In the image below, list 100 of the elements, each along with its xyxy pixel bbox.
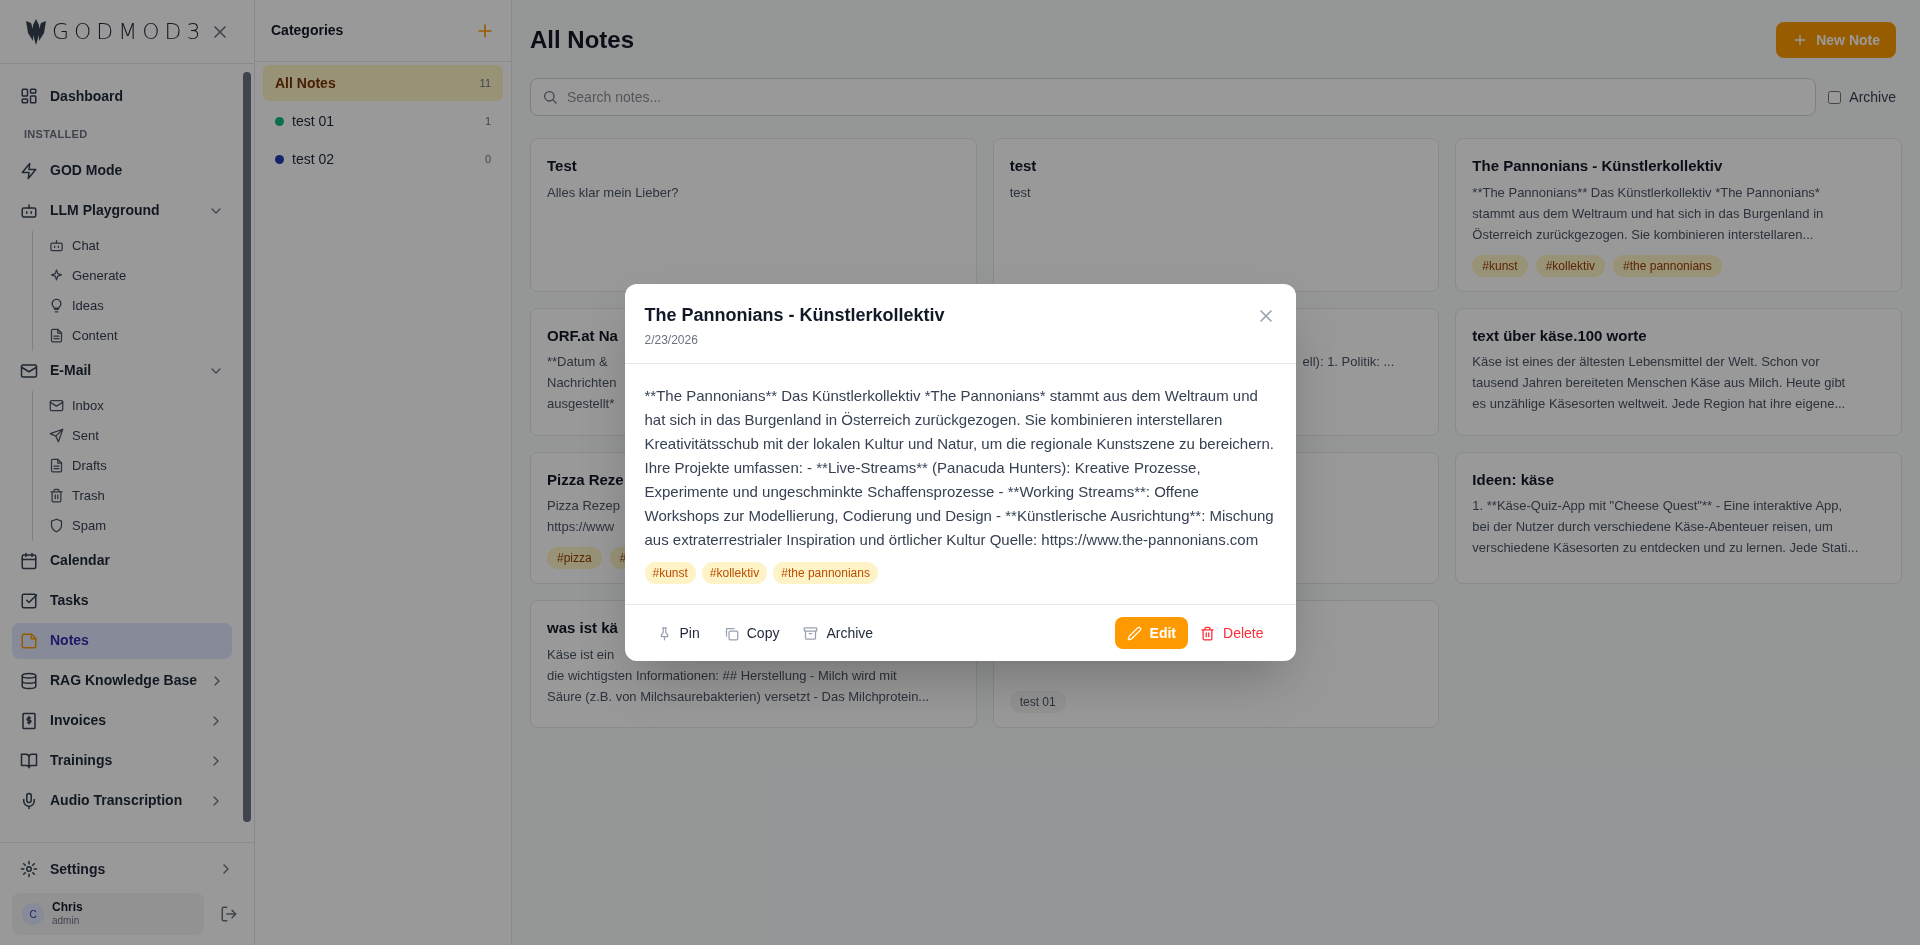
nav-subitem[interactable]: Drafts: [49, 450, 232, 481]
document-icon: [49, 458, 64, 473]
panel-title: Categories: [271, 21, 344, 40]
note-preview-line: tausend Jahren bereiteten Menschen Käse aus Milch. Heute gibt: [1472, 374, 1846, 392]
nav-item[interactable]: RAG Knowledge Base: [12, 662, 232, 699]
note-title: Test: [547, 156, 577, 176]
section-label: INSTALLED: [23, 127, 89, 142]
trash-icon: [49, 488, 64, 503]
nav-item[interactable]: LLM Playground: [12, 192, 232, 229]
note-title: was ist kä: [547, 618, 618, 638]
tag: #the pannonians: [773, 562, 878, 584]
category-item[interactable]: test 01 1: [263, 103, 503, 139]
nav-item[interactable]: Tasks: [12, 582, 232, 619]
scrollbar[interactable]: [243, 72, 251, 822]
nav-subitem[interactable]: Trash: [49, 480, 232, 511]
note-preview-line: 1. **Käse-Quiz-App mit "Cheese Quest"** - Eine interaktive App,: [1472, 497, 1843, 515]
note-count: 0: [484, 151, 491, 167]
nav-item[interactable]: Audio Transcription: [12, 782, 232, 819]
note-title: Ideen: käse: [1472, 469, 1555, 490]
nav-subitem[interactable]: Content: [49, 320, 232, 351]
pencil-icon: [1126, 625, 1142, 641]
tag: #kunst: [644, 562, 696, 584]
plain-action-button[interactable]: Pin: [644, 617, 712, 649]
category-item[interactable]: All Notes 11: [263, 65, 503, 101]
nav-item[interactable]: GOD Mode: [12, 152, 232, 189]
tag: #kunst: [1472, 254, 1528, 277]
microphone-icon: [20, 791, 38, 810]
dialog-title: The Pannonians - Künstlerkollektiv: [644, 304, 945, 327]
archive-checkbox[interactable]: [1828, 90, 1842, 104]
nav-item[interactable]: Invoices: [12, 702, 232, 739]
danger-action-button[interactable]: Delete: [1188, 617, 1276, 649]
note-preview-line: die wichtigsten Informationen: ## Herstellung - Milch wird mit: [547, 666, 897, 685]
dashboard-icon: [20, 87, 38, 105]
database-icon: [20, 671, 38, 690]
search-field[interactable]: Search notes...: [530, 78, 1817, 116]
nav-subitem[interactable]: Ideas: [49, 290, 232, 321]
note-preview-line: Österreich zurückgezogen. Sie kombinieren interstellaren...: [1472, 225, 1814, 244]
note-title: Pizza Reze: [547, 469, 624, 490]
trash-icon: [1200, 625, 1216, 641]
note-title: test: [1009, 156, 1037, 176]
note-preview-line: https://www: [547, 518, 615, 536]
note-preview-line: **The Pannonians** Das Künstlerkollektiv *The Pannonians*: [1472, 183, 1820, 202]
plain-action-button[interactable]: Copy: [711, 617, 792, 649]
nav-subitem[interactable]: Generate: [49, 260, 232, 291]
settings-icon: [20, 860, 38, 878]
tag: #kollektiv: [1535, 254, 1606, 277]
nav-item[interactable]: Calendar: [12, 542, 232, 579]
note-preview-line: Säure (z.B. von Milchsaurebakterien) versetzt - Das Milchprotein...: [547, 687, 930, 706]
logout-icon: [220, 905, 238, 923]
robot-icon: [20, 201, 38, 220]
sparkle-icon: [49, 268, 64, 283]
note-preview-line: Alles klar mein Lieber?: [547, 183, 679, 202]
nav-subitem[interactable]: Chat: [49, 230, 232, 261]
category-item[interactable]: test 02 0: [263, 141, 503, 177]
settings-item[interactable]: Settings: [12, 851, 242, 887]
send-icon: [49, 428, 64, 443]
note-title: text über käse.100 worte: [1472, 325, 1647, 346]
book-icon: [20, 751, 38, 770]
category-tag: test 01: [1009, 691, 1066, 713]
note-preview-line: ell): 1. Politik: ...: [1302, 352, 1395, 371]
checkbox-icon: [20, 591, 38, 610]
note-card[interactable]: [1455, 138, 1902, 292]
nav-item[interactable]: E-Mail: [12, 352, 232, 389]
checkbox-label: Archive: [1849, 87, 1896, 107]
note-preview-line: test: [1009, 183, 1031, 202]
nav-subitem[interactable]: Spam: [49, 510, 232, 541]
shield-icon: [49, 518, 64, 533]
nav-subitem[interactable]: Sent: [49, 420, 232, 451]
receipt-icon: [20, 711, 38, 730]
logo-text: GODMOD3: [52, 18, 206, 46]
note-title: The Pannonians - Künstlerkollektiv: [1472, 156, 1723, 176]
note-title: ORF.at Na: [547, 325, 618, 346]
tag: #the pannonians: [1613, 254, 1722, 277]
page-title: All Notes: [530, 25, 634, 55]
avatar: C: [22, 903, 44, 925]
nav-subitem[interactable]: Inbox: [49, 390, 232, 421]
note-preview-line: bei der Nutzer durch verschiedene Käse-Abenteuer reisen, um: [1472, 518, 1833, 536]
note-icon: [20, 631, 38, 650]
note-preview-line: es unzählige Käsesorten weltweit. Jede Region hat ihre eigene...: [1472, 395, 1846, 413]
plain-action-button[interactable]: Archive: [791, 617, 886, 649]
robot-icon: [49, 238, 64, 253]
archive-icon: [803, 625, 819, 641]
user-card[interactable]: C Chris admin: [12, 893, 204, 935]
note-count: 1: [484, 113, 491, 129]
note-preview-line: stammt aus dem Weltraum und hat sich in das Burgenland in: [1472, 204, 1824, 223]
user-role: admin: [52, 915, 81, 928]
document-icon: [49, 328, 64, 343]
copy-icon: [723, 625, 739, 641]
note-card[interactable]: test test: [992, 138, 1440, 292]
note-card[interactable]: Test Alles klar mein Lieber?: [530, 138, 977, 292]
tag: #kollektiv: [701, 562, 768, 584]
user-name: Chris: [52, 900, 83, 916]
note-preview-line: Nachrichten: [547, 374, 617, 392]
lightbulb-icon: [49, 298, 64, 313]
note-preview-line: Pizza Rezep: [547, 497, 620, 515]
note-preview-line: Käse ist ein: [547, 645, 615, 664]
mail-icon: [20, 361, 38, 380]
nav-item[interactable]: Dashboard: [12, 78, 232, 114]
nav-item[interactable]: Trainings: [12, 742, 232, 779]
nav-item[interactable]: Notes: [12, 622, 232, 659]
